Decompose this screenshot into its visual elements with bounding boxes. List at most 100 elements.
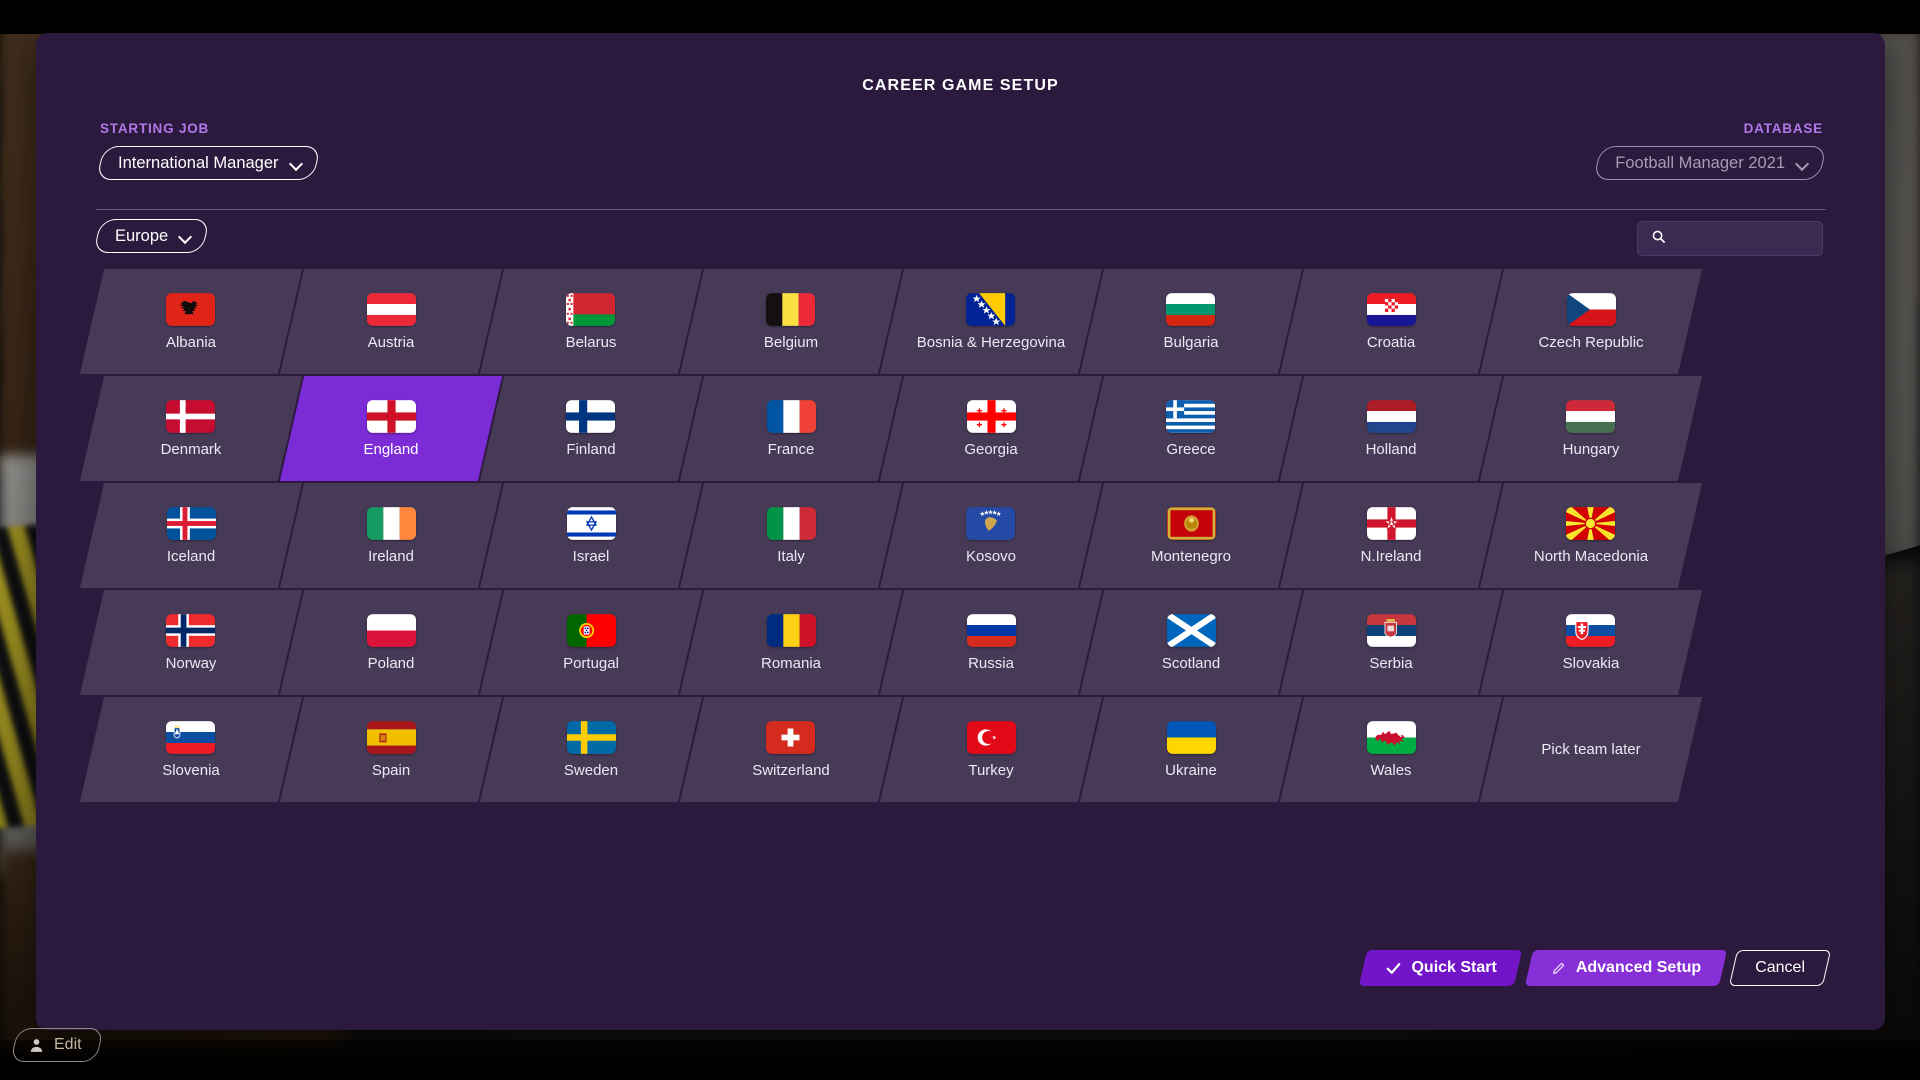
nation-tile-austria[interactable]: Austria bbox=[279, 269, 503, 374]
nation-tile-switzerland[interactable]: Switzerland bbox=[679, 697, 903, 802]
nation-tile-spain[interactable]: Spain bbox=[279, 697, 503, 802]
nation-tile-north-macedonia[interactable]: North Macedonia bbox=[1479, 483, 1703, 588]
chevron-down-icon bbox=[290, 159, 303, 167]
nation-label: Spain bbox=[371, 761, 411, 779]
nation-label: Ireland bbox=[368, 547, 414, 565]
flag-icon-russia bbox=[966, 613, 1016, 647]
database-value: Football Manager 2021 bbox=[1615, 153, 1785, 172]
flag-icon-turkey bbox=[966, 720, 1016, 754]
nation-label: France bbox=[767, 440, 815, 458]
nation-tile-romania[interactable]: Romania bbox=[679, 590, 903, 695]
database-select[interactable]: Football Manager 2021 bbox=[1593, 146, 1827, 180]
nation-grid-row: Norway Poland Portugal Romania Russia Scotlan… bbox=[79, 590, 1737, 695]
chevron-down-icon bbox=[1796, 159, 1809, 167]
nation-grid-row: Slovenia Spain Sweden Switzerland Turkey Ukra… bbox=[79, 697, 1737, 802]
flag-icon-finland bbox=[566, 399, 616, 433]
starting-job-select[interactable]: International Manager bbox=[96, 146, 321, 180]
nation-tile-georgia[interactable]: Georgia bbox=[879, 376, 1103, 481]
flag-icon-spain bbox=[366, 720, 416, 754]
flag-icon-ireland bbox=[366, 506, 416, 540]
cancel-label: Cancel bbox=[1755, 959, 1805, 976]
nation-tile-italy[interactable]: Italy bbox=[679, 483, 903, 588]
nation-label: Georgia bbox=[964, 440, 1018, 458]
nation-label: Hungary bbox=[1562, 440, 1620, 458]
nation-label: Belarus bbox=[565, 333, 617, 351]
flag-icon-hungary bbox=[1566, 399, 1616, 433]
nation-tile-holland[interactable]: Holland bbox=[1279, 376, 1503, 481]
nation-tile-montenegro[interactable]: Montenegro bbox=[1079, 483, 1303, 588]
nation-tile-kosovo[interactable]: Kosovo bbox=[879, 483, 1103, 588]
nation-tile-poland[interactable]: Poland bbox=[279, 590, 503, 695]
flag-icon-bosnia bbox=[966, 292, 1016, 326]
nation-tile-ukraine[interactable]: Ukraine bbox=[1079, 697, 1303, 802]
flag-icon-iceland bbox=[166, 506, 216, 540]
nation-tile-finland[interactable]: Finland bbox=[479, 376, 703, 481]
nation-tile-bulgaria[interactable]: Bulgaria bbox=[1079, 269, 1303, 374]
nation-label: England bbox=[363, 440, 419, 458]
flag-icon-romania bbox=[766, 613, 816, 647]
nation-tile-russia[interactable]: Russia bbox=[879, 590, 1103, 695]
nation-tile-belarus[interactable]: Belarus bbox=[479, 269, 703, 374]
dialog-footer: Quick Start Advanced Setup Cancel bbox=[1359, 950, 1832, 986]
nation-tile-denmark[interactable]: Denmark bbox=[79, 376, 303, 481]
nation-tile-slovenia[interactable]: Slovenia bbox=[79, 697, 303, 802]
flag-icon-poland bbox=[366, 613, 416, 647]
nation-tile-albania[interactable]: Albania bbox=[79, 269, 303, 374]
flag-icon-israel bbox=[566, 506, 616, 540]
flag-icon-sweden bbox=[566, 720, 616, 754]
header-divider bbox=[96, 209, 1826, 210]
flag-icon-macedonia bbox=[1566, 506, 1616, 540]
quick-start-button[interactable]: Quick Start bbox=[1359, 950, 1523, 986]
nation-label: Croatia bbox=[1366, 333, 1416, 351]
nation-label: Poland bbox=[367, 654, 415, 672]
nation-tile-norway[interactable]: Norway bbox=[79, 590, 303, 695]
nation-tile-belgium[interactable]: Belgium bbox=[679, 269, 903, 374]
nation-tile-sweden[interactable]: Sweden bbox=[479, 697, 703, 802]
nation-label: Kosovo bbox=[965, 547, 1017, 565]
nation-label: Italy bbox=[777, 547, 805, 565]
flag-icon-denmark bbox=[166, 399, 216, 433]
nation-label: Slovakia bbox=[1562, 654, 1620, 672]
edit-button[interactable]: Edit bbox=[10, 1028, 104, 1062]
cancel-button[interactable]: Cancel bbox=[1729, 950, 1832, 986]
nation-grid-row: Albania Austria Belarus Belgium Bosnia & Her… bbox=[79, 269, 1737, 374]
nation-label: Portugal bbox=[563, 654, 619, 672]
nation-tile-czech-republic[interactable]: Czech Republic bbox=[1479, 269, 1703, 374]
flag-icon-austria bbox=[366, 292, 416, 326]
nation-label: N.Ireland bbox=[1360, 547, 1422, 565]
quick-start-label: Quick Start bbox=[1411, 959, 1497, 976]
nation-tile-greece[interactable]: Greece bbox=[1079, 376, 1303, 481]
nation-tile-france[interactable]: France bbox=[679, 376, 903, 481]
region-select[interactable]: Europe bbox=[93, 219, 211, 253]
nation-tile-hungary[interactable]: Hungary bbox=[1479, 376, 1703, 481]
nation-label: Bosnia & Herzegovina bbox=[916, 333, 1066, 351]
search-box[interactable] bbox=[1637, 221, 1855, 256]
nation-tile-ireland[interactable]: Ireland bbox=[279, 483, 503, 588]
advanced-setup-button[interactable]: Advanced Setup bbox=[1524, 950, 1728, 986]
nation-label: Ukraine bbox=[1165, 761, 1217, 779]
nation-label: Switzerland bbox=[752, 761, 830, 779]
nation-tile-slovakia[interactable]: Slovakia bbox=[1479, 590, 1703, 695]
region-field: Europe bbox=[93, 219, 211, 253]
nation-tile-turkey[interactable]: Turkey bbox=[879, 697, 1103, 802]
nation-tile-portugal[interactable]: Portugal bbox=[479, 590, 703, 695]
flag-icon-norway bbox=[166, 613, 216, 647]
nation-tile-pick-team-later[interactable]: Pick team later bbox=[1479, 697, 1703, 802]
pencil-icon bbox=[1551, 960, 1567, 976]
nation-tile-iceland[interactable]: Iceland bbox=[79, 483, 303, 588]
nation-grid-row: Denmark England Finland France Georgia Greece… bbox=[79, 376, 1737, 481]
nation-label: Denmark bbox=[160, 440, 222, 458]
nation-label: Austria bbox=[367, 333, 415, 351]
nation-tile-england[interactable]: England bbox=[279, 376, 503, 481]
search-input[interactable] bbox=[1674, 230, 1855, 247]
nation-tile-bosnia-herzegovina[interactable]: Bosnia & Herzegovina bbox=[879, 269, 1103, 374]
nation-tile-croatia[interactable]: Croatia bbox=[1279, 269, 1503, 374]
nation-tile-israel[interactable]: Israel bbox=[479, 483, 703, 588]
nation-tile-n-ireland[interactable]: N.Ireland bbox=[1279, 483, 1503, 588]
flag-icon-belgium bbox=[766, 292, 816, 326]
nation-tile-serbia[interactable]: Serbia bbox=[1279, 590, 1503, 695]
starting-job-value: International Manager bbox=[118, 153, 279, 172]
nation-tile-scotland[interactable]: Scotland bbox=[1079, 590, 1303, 695]
nation-tile-wales[interactable]: Wales bbox=[1279, 697, 1503, 802]
check-icon bbox=[1385, 960, 1402, 977]
